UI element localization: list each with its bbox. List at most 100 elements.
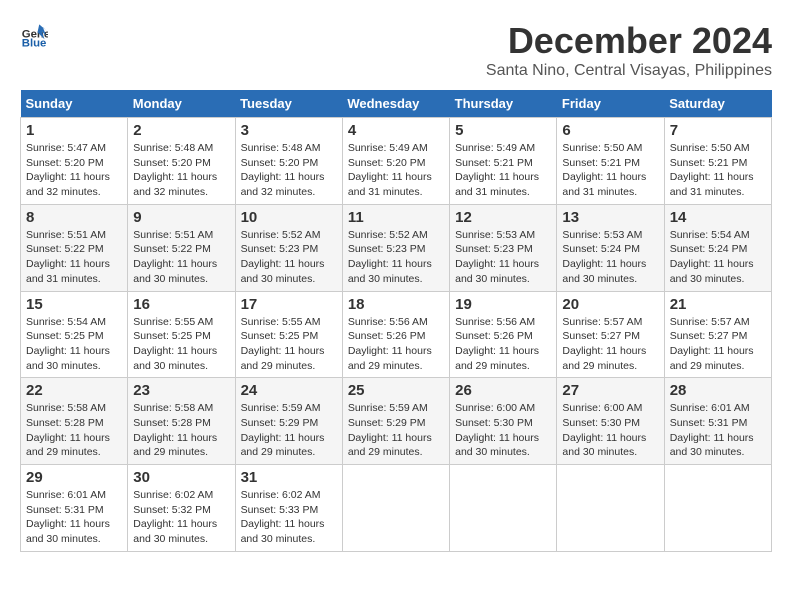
day-info: Sunrise: 5:47 AMSunset: 5:20 PMDaylight:…: [26, 141, 122, 200]
day-number: 9: [133, 209, 229, 226]
calendar-cell: 9 Sunrise: 5:51 AMSunset: 5:22 PMDaylight…: [128, 204, 235, 291]
calendar-week-row: 8 Sunrise: 5:51 AMSunset: 5:22 PMDaylight…: [21, 204, 772, 291]
day-info: Sunrise: 5:48 AMSunset: 5:20 PMDaylight:…: [241, 141, 337, 200]
day-number: 11: [348, 209, 444, 226]
calendar-cell: 23Sunrise: 5:58 AMSunset: 5:28 PMDayligh…: [128, 378, 235, 465]
calendar-cell: 14 Sunrise: 5:54 AMSunset: 5:24 PMDayligh…: [664, 204, 771, 291]
calendar-cell: 29 Sunrise: 6:01 AMSunset: 5:31 PMDayligh…: [21, 465, 128, 552]
day-number: 15: [26, 296, 122, 313]
calendar-cell: 10 Sunrise: 5:52 AMSunset: 5:23 PMDayligh…: [235, 204, 342, 291]
day-info: Sunrise: 5:57 AMSunset: 5:27 PMDaylight:…: [670, 315, 766, 374]
day-number: 18: [348, 296, 444, 313]
day-info: Sunrise: 5:52 AMSunset: 5:23 PMDaylight:…: [241, 228, 337, 287]
day-number: 13: [562, 209, 658, 226]
logo: General Blue: [20, 20, 48, 48]
day-info: Sunrise: 5:59 AMSunset: 5:29 PMDaylight:…: [348, 401, 444, 460]
weekday-header: Friday: [557, 90, 664, 118]
calendar-cell: [450, 465, 557, 552]
weekday-header: Thursday: [450, 90, 557, 118]
svg-text:Blue: Blue: [22, 37, 47, 48]
day-number: 24: [241, 382, 337, 399]
calendar-cell: [664, 465, 771, 552]
day-info: Sunrise: 5:56 AMSunset: 5:26 PMDaylight:…: [455, 315, 551, 374]
weekday-header: Wednesday: [342, 90, 449, 118]
day-info: Sunrise: 5:51 AMSunset: 5:22 PMDaylight:…: [133, 228, 229, 287]
calendar-cell: 8 Sunrise: 5:51 AMSunset: 5:22 PMDaylight…: [21, 204, 128, 291]
weekday-header: Sunday: [21, 90, 128, 118]
day-info: Sunrise: 5:51 AMSunset: 5:22 PMDaylight:…: [26, 228, 122, 287]
location-title: Santa Nino, Central Visayas, Philippines: [486, 62, 772, 80]
weekday-header-row: SundayMondayTuesdayWednesdayThursdayFrid…: [21, 90, 772, 118]
day-number: 29: [26, 469, 122, 486]
day-info: Sunrise: 5:54 AMSunset: 5:24 PMDaylight:…: [670, 228, 766, 287]
calendar-cell: 27 Sunrise: 6:00 AMSunset: 5:30 PMDayligh…: [557, 378, 664, 465]
calendar-table: SundayMondayTuesdayWednesdayThursdayFrid…: [20, 90, 772, 552]
calendar-cell: 2 Sunrise: 5:48 AMSunset: 5:20 PMDaylight…: [128, 118, 235, 205]
day-info: Sunrise: 5:53 AMSunset: 5:23 PMDaylight:…: [455, 228, 551, 287]
day-number: 7: [670, 122, 766, 139]
day-number: 28: [670, 382, 766, 399]
day-number: 3: [241, 122, 337, 139]
calendar-cell: 3 Sunrise: 5:48 AMSunset: 5:20 PMDaylight…: [235, 118, 342, 205]
day-number: 10: [241, 209, 337, 226]
day-info: Sunrise: 6:02 AMSunset: 5:32 PMDaylight:…: [133, 488, 229, 547]
day-info: Sunrise: 6:00 AMSunset: 5:30 PMDaylight:…: [455, 401, 551, 460]
page-header: General Blue December 2024 Santa Nino, C…: [20, 20, 772, 80]
calendar-cell: 12 Sunrise: 5:53 AMSunset: 5:23 PMDayligh…: [450, 204, 557, 291]
weekday-header: Saturday: [664, 90, 771, 118]
day-number: 22: [26, 382, 122, 399]
calendar-week-row: 29 Sunrise: 6:01 AMSunset: 5:31 PMDayligh…: [21, 465, 772, 552]
day-info: Sunrise: 5:49 AMSunset: 5:20 PMDaylight:…: [348, 141, 444, 200]
calendar-cell: 15 Sunrise: 5:54 AMSunset: 5:25 PMDayligh…: [21, 291, 128, 378]
day-number: 25: [348, 382, 444, 399]
calendar-cell: 4Sunrise: 5:49 AMSunset: 5:20 PMDaylight…: [342, 118, 449, 205]
month-title: December 2024: [486, 20, 772, 62]
day-number: 2: [133, 122, 229, 139]
day-info: Sunrise: 5:58 AMSunset: 5:28 PMDaylight:…: [26, 401, 122, 460]
day-info: Sunrise: 5:57 AMSunset: 5:27 PMDaylight:…: [562, 315, 658, 374]
day-info: Sunrise: 5:54 AMSunset: 5:25 PMDaylight:…: [26, 315, 122, 374]
day-number: 23: [133, 382, 229, 399]
calendar-cell: 31 Sunrise: 6:02 AMSunset: 5:33 PMDayligh…: [235, 465, 342, 552]
day-info: Sunrise: 6:02 AMSunset: 5:33 PMDaylight:…: [241, 488, 337, 547]
calendar-cell: 26 Sunrise: 6:00 AMSunset: 5:30 PMDayligh…: [450, 378, 557, 465]
day-number: 27: [562, 382, 658, 399]
calendar-cell: 30Sunrise: 6:02 AMSunset: 5:32 PMDayligh…: [128, 465, 235, 552]
calendar-cell: [342, 465, 449, 552]
calendar-cell: 24 Sunrise: 5:59 AMSunset: 5:29 PMDayligh…: [235, 378, 342, 465]
day-number: 16: [133, 296, 229, 313]
day-info: Sunrise: 5:49 AMSunset: 5:21 PMDaylight:…: [455, 141, 551, 200]
calendar-cell: 16Sunrise: 5:55 AMSunset: 5:25 PMDayligh…: [128, 291, 235, 378]
title-section: December 2024 Santa Nino, Central Visaya…: [486, 20, 772, 80]
day-number: 8: [26, 209, 122, 226]
calendar-cell: 19Sunrise: 5:56 AMSunset: 5:26 PMDayligh…: [450, 291, 557, 378]
day-number: 6: [562, 122, 658, 139]
day-number: 1: [26, 122, 122, 139]
day-number: 21: [670, 296, 766, 313]
day-number: 14: [670, 209, 766, 226]
logo-icon: General Blue: [20, 20, 48, 48]
day-info: Sunrise: 5:48 AMSunset: 5:20 PMDaylight:…: [133, 141, 229, 200]
calendar-cell: 18Sunrise: 5:56 AMSunset: 5:26 PMDayligh…: [342, 291, 449, 378]
calendar-cell: 6Sunrise: 5:50 AMSunset: 5:21 PMDaylight…: [557, 118, 664, 205]
day-number: 20: [562, 296, 658, 313]
day-info: Sunrise: 6:00 AMSunset: 5:30 PMDaylight:…: [562, 401, 658, 460]
calendar-cell: 22 Sunrise: 5:58 AMSunset: 5:28 PMDayligh…: [21, 378, 128, 465]
day-number: 31: [241, 469, 337, 486]
day-info: Sunrise: 6:01 AMSunset: 5:31 PMDaylight:…: [26, 488, 122, 547]
day-number: 5: [455, 122, 551, 139]
day-info: Sunrise: 5:59 AMSunset: 5:29 PMDaylight:…: [241, 401, 337, 460]
day-number: 26: [455, 382, 551, 399]
day-info: Sunrise: 5:52 AMSunset: 5:23 PMDaylight:…: [348, 228, 444, 287]
calendar-cell: 5 Sunrise: 5:49 AMSunset: 5:21 PMDaylight…: [450, 118, 557, 205]
calendar-cell: 7Sunrise: 5:50 AMSunset: 5:21 PMDaylight…: [664, 118, 771, 205]
calendar-week-row: 15 Sunrise: 5:54 AMSunset: 5:25 PMDayligh…: [21, 291, 772, 378]
calendar-cell: [557, 465, 664, 552]
calendar-cell: 11 Sunrise: 5:52 AMSunset: 5:23 PMDayligh…: [342, 204, 449, 291]
day-number: 12: [455, 209, 551, 226]
weekday-header: Tuesday: [235, 90, 342, 118]
weekday-header: Monday: [128, 90, 235, 118]
calendar-cell: 25 Sunrise: 5:59 AMSunset: 5:29 PMDayligh…: [342, 378, 449, 465]
calendar-week-row: 1 Sunrise: 5:47 AMSunset: 5:20 PMDaylight…: [21, 118, 772, 205]
day-number: 17: [241, 296, 337, 313]
